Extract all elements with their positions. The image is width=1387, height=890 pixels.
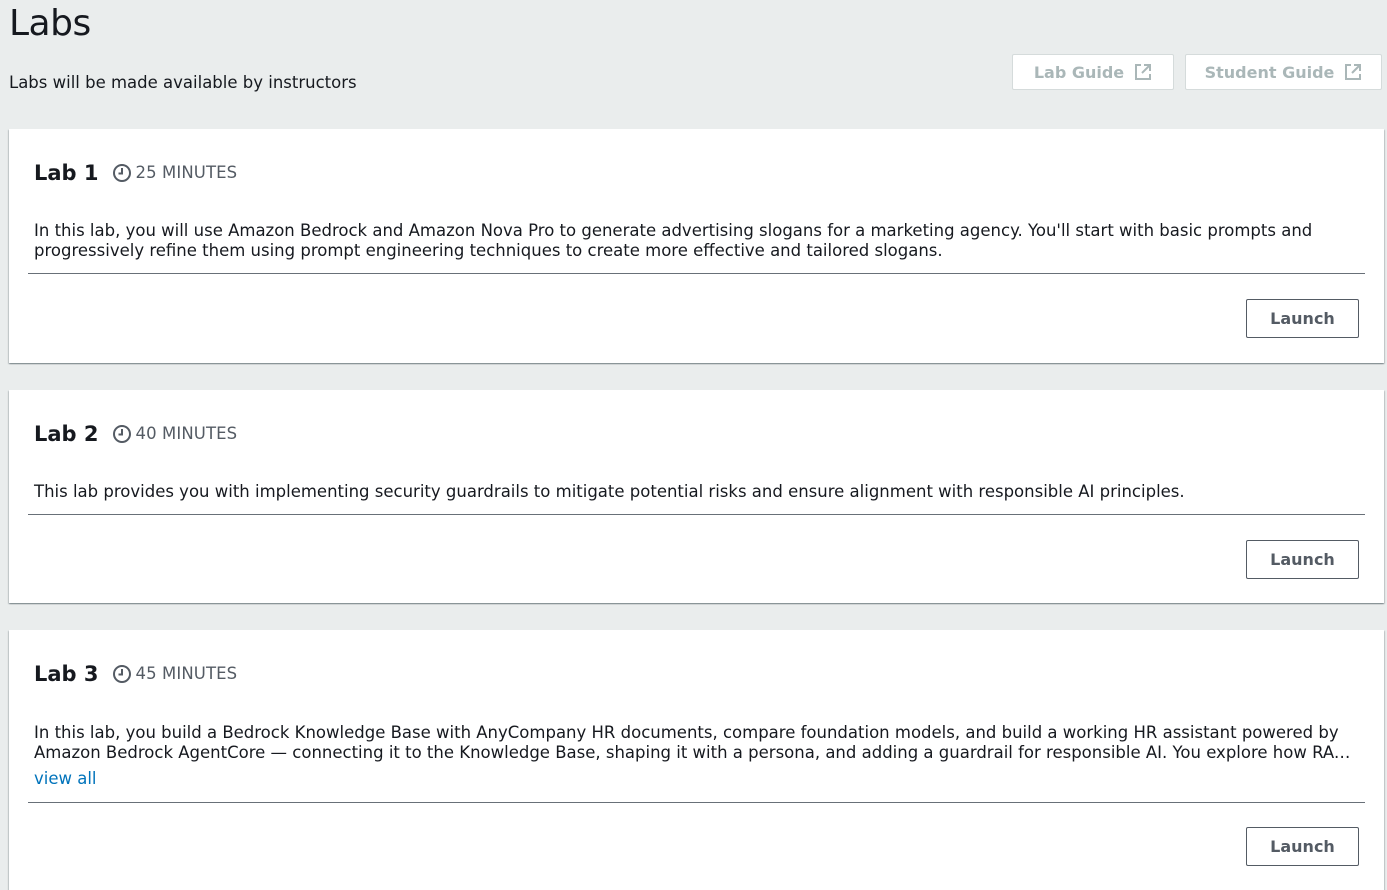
lab-guide-button[interactable]: Lab Guide [1012,54,1174,90]
lab-description: In this lab, you build a Bedrock Knowled… [34,723,1347,762]
launch-button[interactable]: Launch [1246,299,1359,338]
clock-icon [112,424,132,444]
lab-description: In this lab, you will use Amazon Bedrock… [34,221,1313,260]
lab-header: Lab 2 40 MINUTES [34,420,237,448]
lab-header: Lab 1 25 MINUTES [34,159,237,187]
clock-icon [112,163,132,183]
page-title: Labs [9,3,91,44]
lab-title: Lab 3 [34,662,99,686]
lab-duration: 40 MINUTES [135,424,238,443]
lab-header: Lab 3 45 MINUTES [34,660,237,688]
divider [28,514,1365,515]
launch-button[interactable]: Launch [1246,540,1359,579]
lab-card-2: Lab 2 40 MINUTES This lab provides you w… [9,390,1384,603]
student-guide-button[interactable]: Student Guide [1185,54,1382,90]
lab-duration: 45 MINUTES [135,664,238,683]
divider [28,802,1365,803]
external-link-icon [1134,63,1152,81]
divider [28,273,1365,274]
view-all-link[interactable]: view all [34,769,97,789]
lab-title: Lab 1 [34,161,99,185]
lab-card-3: Lab 3 45 MINUTES In this lab, you build … [9,630,1384,890]
clock-icon [112,664,132,684]
external-link-icon [1344,63,1362,81]
student-guide-label: Student Guide [1204,62,1335,82]
lab-title: Lab 2 [34,422,99,446]
lab-card-1: Lab 1 25 MINUTES In this lab, you will u… [9,129,1384,363]
launch-button[interactable]: Launch [1246,827,1359,866]
lab-description: This lab provides you with implementing … [34,482,1185,501]
page-subtitle: Labs will be made available by instructo… [9,73,357,92]
lab-duration: 25 MINUTES [135,163,238,182]
lab-guide-label: Lab Guide [1033,62,1125,82]
